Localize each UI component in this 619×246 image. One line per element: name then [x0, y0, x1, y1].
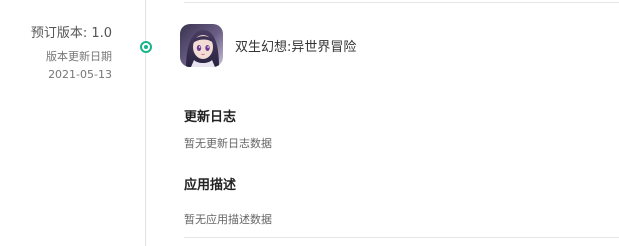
update-date-value: 2021-05-13	[48, 68, 112, 81]
anime-girl-icon	[180, 23, 223, 67]
changelog-heading: 更新日志	[184, 110, 237, 125]
description-empty-text: 暂无应用描述数据	[184, 213, 272, 226]
app-name: 双生幻想:异世界冒险	[235, 39, 357, 55]
timeline-dot	[140, 41, 152, 53]
release-info: 预订版本: 1.0 版本更新日期 2021-05-13	[31, 25, 112, 82]
timeline-line	[145, 0, 146, 246]
version-label: 预订版本: 1.0	[30, 26, 112, 41]
update-date-label: 版本更新日期	[46, 50, 112, 63]
app-header: 双生幻想:异世界冒险	[180, 23, 356, 67]
top-divider	[184, 2, 619, 3]
description-heading: 应用描述	[184, 178, 237, 193]
app-icon[interactable]	[180, 23, 223, 67]
bottom-divider	[184, 237, 619, 238]
changelog-empty-text: 暂无更新日志数据	[184, 137, 272, 150]
